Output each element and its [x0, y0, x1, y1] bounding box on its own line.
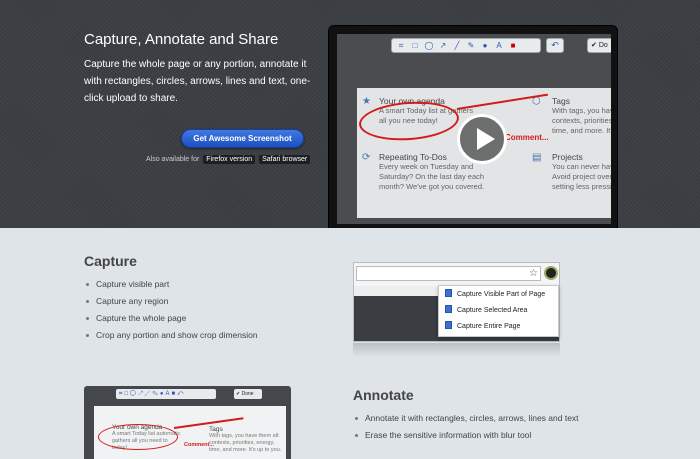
- doc-item-projects: Projects You can never have Avoid projec…: [552, 152, 611, 191]
- blur-icon[interactable]: ●: [480, 39, 490, 52]
- list-item: Erase the sensitive information with blu…: [353, 429, 579, 446]
- list-item: Annotate it with rectangles, circles, ar…: [353, 412, 579, 429]
- arrow-icon[interactable]: ↗: [438, 39, 448, 52]
- rectangle-icon[interactable]: □: [410, 39, 420, 52]
- capture-menu: Capture Visible Part of Page Capture Sel…: [438, 285, 559, 337]
- demo-screen: ⌗ □ ◯ ↗ ╱ ✎ ● A ■ ↶ ✔ Do ★ Your own agen…: [337, 34, 611, 224]
- done-button[interactable]: ✔ Do: [587, 38, 611, 53]
- ellipse-icon[interactable]: ◯: [424, 39, 434, 52]
- undo-icon[interactable]: ↶: [546, 38, 564, 53]
- color-icon[interactable]: ■: [508, 39, 518, 52]
- safari-browser-link[interactable]: Safari browser: [259, 155, 311, 164]
- mini-item-tags: Tags With tags, you have them all: conte…: [209, 426, 282, 453]
- annotate-heading: Annotate: [353, 387, 414, 403]
- line-icon[interactable]: ╱: [452, 39, 462, 52]
- get-awesome-screenshot-button[interactable]: Get Awesome Screenshot: [181, 129, 304, 148]
- firefox-version-link[interactable]: Firefox version: [203, 155, 256, 164]
- annotation-comment: Comment...: [505, 133, 549, 142]
- menu-capture-selected[interactable]: Capture Selected Area: [445, 305, 527, 317]
- browser-reflection: [353, 343, 560, 357]
- list-item: Crop any portion and show crop dimension: [84, 329, 258, 346]
- mini-toolbar: ⌗□◯↗╱✎●A■↶: [116, 389, 216, 399]
- hero-title: Capture, Annotate and Share: [84, 31, 279, 48]
- demo-video-monitor: ⌗ □ ◯ ↗ ╱ ✎ ● A ■ ↶ ✔ Do ★ Your own agen…: [328, 25, 618, 228]
- list-item: Capture visible part: [84, 278, 258, 295]
- annotate-preview: ⌗□◯↗╱✎●A■↶ ✔ Done Your own agenda A smar…: [84, 386, 291, 459]
- capture-bullets: Capture visible part Capture any region …: [84, 278, 258, 346]
- page-icon: [445, 321, 452, 329]
- annotation-toolbar: ⌗ □ ◯ ↗ ╱ ✎ ● A ■: [391, 38, 541, 53]
- also-available-label: Also available for: [146, 156, 200, 163]
- text-icon[interactable]: A: [494, 39, 504, 52]
- doc-item-tags: Tags With tags, you have contexts, prior…: [552, 96, 611, 135]
- extension-icon[interactable]: [544, 266, 558, 280]
- hero-description: Capture the whole page or any portion, a…: [84, 59, 311, 104]
- list-item: Capture the whole page: [84, 312, 258, 329]
- also-available: Also available for Firefox version Safar…: [146, 155, 311, 164]
- crop-icon[interactable]: ⌗: [396, 39, 406, 52]
- projects-icon: ▤: [532, 152, 542, 163]
- menu-capture-visible[interactable]: Capture Visible Part of Page: [445, 289, 545, 301]
- mini-annotation-ellipse: [98, 424, 178, 450]
- bookmark-star-icon[interactable]: ☆: [529, 268, 538, 279]
- mini-annotation-comment: Comment...: [184, 442, 214, 448]
- capture-heading: Capture: [84, 253, 137, 269]
- repeat-icon: ⟳: [362, 152, 371, 163]
- play-video-button[interactable]: [457, 114, 507, 164]
- page-icon: [445, 289, 452, 297]
- selection-icon: [445, 305, 452, 313]
- address-bar[interactable]: ☆: [356, 266, 541, 281]
- agenda-icon: ★: [362, 96, 371, 107]
- pen-icon[interactable]: ✎: [466, 39, 476, 52]
- mini-done-button[interactable]: ✔ Done: [234, 389, 262, 399]
- hero-banner: Capture, Annotate and Share Capture the …: [0, 0, 700, 228]
- menu-capture-entire[interactable]: Capture Entire Page: [445, 321, 520, 333]
- list-item: Capture any region: [84, 295, 258, 312]
- annotate-bullets: Annotate it with rectangles, circles, ar…: [353, 412, 579, 446]
